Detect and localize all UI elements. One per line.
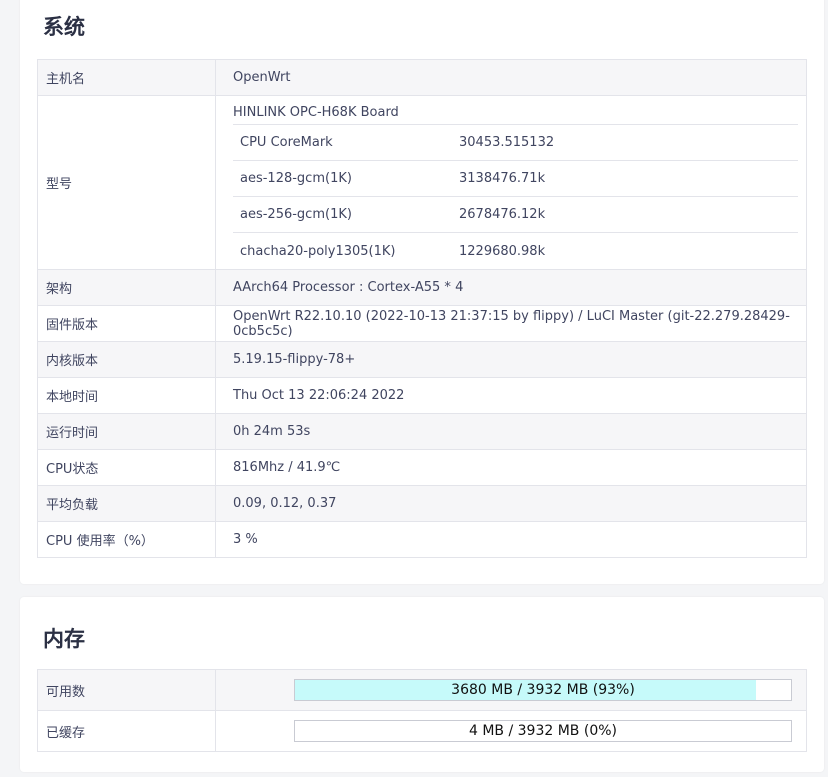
benchmark-row: aes-128-gcm(1K) 3138476.71k — [233, 160, 798, 197]
load-average-label: 平均负载 — [37, 485, 216, 522]
benchmark-value: 3138476.71k — [459, 160, 798, 197]
architecture-value: AArch64 Processor : Cortex-A55 * 4 — [215, 269, 807, 306]
uptime-value: 0h 24m 53s — [215, 413, 807, 450]
model-label: 型号 — [37, 95, 216, 270]
cpu-status-value: 816Mhz / 41.9℃ — [215, 449, 807, 486]
table-row: 运行时间 0h 24m 53s — [37, 413, 807, 450]
available-memory-bar: 3680 MB / 3932 MB (93%) — [294, 679, 792, 701]
local-time-label: 本地时间 — [37, 377, 216, 414]
table-row: 内核版本 5.19.15-flippy-78+ — [37, 341, 807, 378]
table-row: 本地时间 Thu Oct 13 22:06:24 2022 — [37, 377, 807, 414]
kernel-value: 5.19.15-flippy-78+ — [215, 341, 807, 378]
memory-title: 内存 — [43, 627, 85, 651]
table-row: 平均负载 0.09, 0.12, 0.37 — [37, 485, 807, 522]
benchmark-name: chacha20-poly1305(1K) — [240, 243, 396, 259]
benchmark-row: chacha20-poly1305(1K) 1229680.98k — [233, 233, 798, 270]
benchmark-value: 2678476.12k — [459, 196, 798, 233]
benchmark-row: aes-256-gcm(1K) 2678476.12k — [233, 196, 798, 233]
memory-table: 可用数 3680 MB / 3932 MB (93%) 已缓存 4 MB / 3… — [37, 669, 807, 752]
memory-card: 内存 可用数 3680 MB / 3932 MB (93%) 已缓存 4 MB … — [20, 597, 824, 772]
cpu-usage-label: CPU 使用率（%） — [37, 521, 216, 558]
cached-memory-label: 已缓存 — [37, 710, 216, 752]
benchmark-table: CPU CoreMark 30453.515132 aes-128-gcm(1K… — [233, 125, 798, 269]
model-cell: HINLINK OPC-H68K Board CPU CoreMark 3045… — [215, 95, 807, 270]
firmware-label: 固件版本 — [37, 305, 216, 342]
benchmark-row: CPU CoreMark 30453.515132 — [233, 125, 798, 161]
benchmark-value: 1229680.98k — [459, 243, 546, 259]
table-row: 架构 AArch64 Processor : Cortex-A55 * 4 — [37, 269, 807, 306]
benchmark-name: aes-256-gcm(1K) — [233, 196, 459, 233]
benchmark-name: CPU CoreMark — [233, 125, 459, 161]
system-table: 主机名 OpenWrt 型号 HINLINK OPC-H68K Board CP… — [37, 59, 807, 558]
system-title: 系统 — [43, 15, 85, 39]
table-row: 固件版本 OpenWrt R22.10.10 (2022-10-13 21:37… — [37, 305, 807, 342]
architecture-label: 架构 — [37, 269, 216, 306]
table-row: 主机名 OpenWrt — [37, 59, 807, 96]
kernel-label: 内核版本 — [37, 341, 216, 378]
table-row: 已缓存 4 MB / 3932 MB (0%) — [37, 710, 807, 752]
benchmark-name: aes-128-gcm(1K) — [233, 160, 459, 197]
local-time-value: Thu Oct 13 22:06:24 2022 — [215, 377, 807, 414]
hostname-value: OpenWrt — [215, 59, 807, 96]
available-memory-label: 可用数 — [37, 669, 216, 711]
table-row: CPU 使用率（%） 3 % — [37, 521, 807, 558]
cached-memory-cell: 4 MB / 3932 MB (0%) — [215, 710, 807, 752]
cpu-status-label: CPU状态 — [37, 449, 216, 486]
table-row: 可用数 3680 MB / 3932 MB (93%) — [37, 669, 807, 711]
table-row: CPU状态 816Mhz / 41.9℃ — [37, 449, 807, 486]
uptime-label: 运行时间 — [37, 413, 216, 450]
available-memory-cell: 3680 MB / 3932 MB (93%) — [215, 669, 807, 711]
available-memory-text: 3680 MB / 3932 MB (93%) — [451, 682, 635, 698]
benchmark-value: 30453.515132 — [459, 125, 798, 161]
firmware-value: OpenWrt R22.10.10 (2022-10-13 21:37:15 b… — [215, 305, 807, 342]
table-row: 型号 HINLINK OPC-H68K Board CPU CoreMark 3… — [37, 95, 807, 270]
system-card: 系统 主机名 OpenWrt 型号 HINLINK OPC-H68K Board… — [20, 0, 824, 584]
cpu-usage-value: 3 % — [215, 521, 807, 558]
load-average-value: 0.09, 0.12, 0.37 — [215, 485, 807, 522]
cached-memory-text: 4 MB / 3932 MB (0%) — [468, 723, 617, 739]
cached-memory-bar: 4 MB / 3932 MB (0%) — [294, 720, 792, 742]
hostname-label: 主机名 — [37, 59, 216, 96]
model-name: HINLINK OPC-H68K Board — [233, 96, 798, 125]
